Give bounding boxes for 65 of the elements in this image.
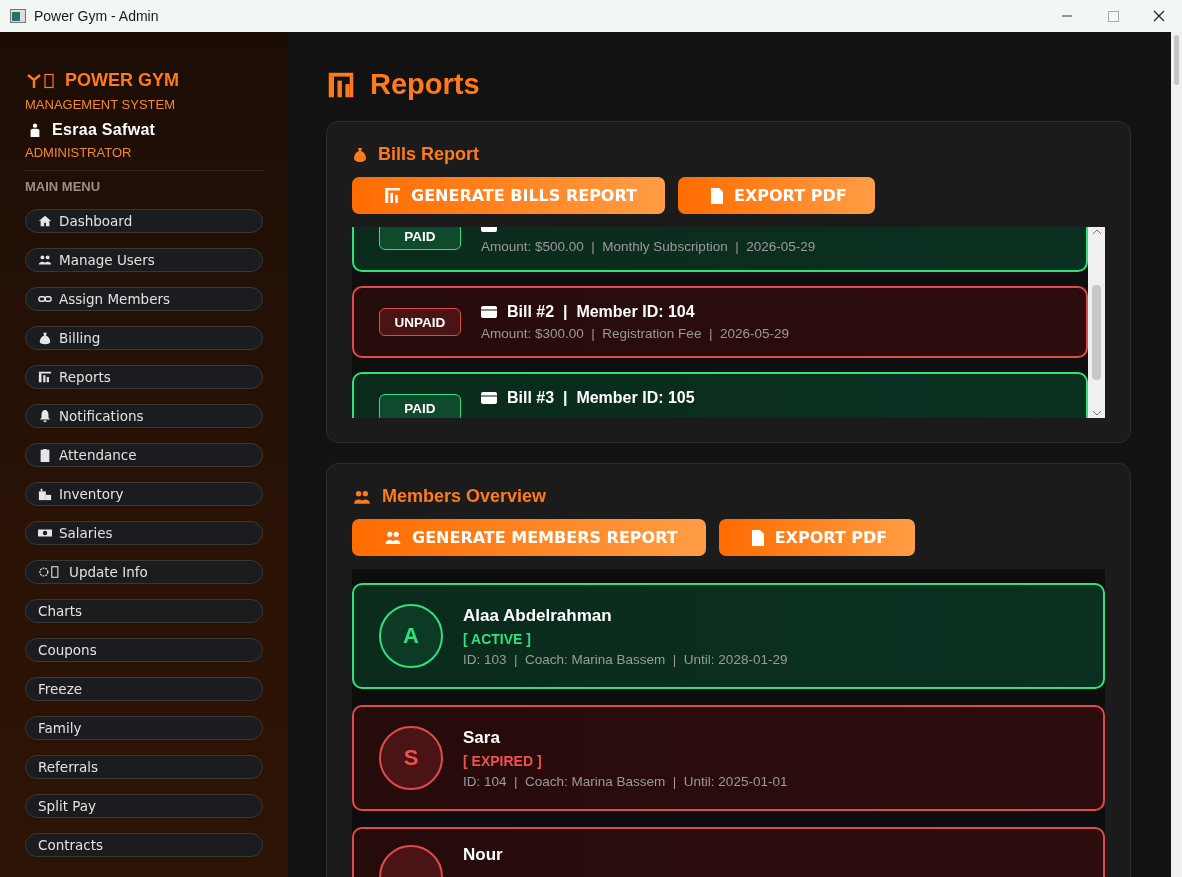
home-icon <box>38 214 52 228</box>
member-status: [ ACTIVE ] <box>463 630 532 647</box>
bill-title: Bill #3 | Member ID: 105 <box>507 388 695 407</box>
avatar: A <box>379 604 443 668</box>
menu-item[interactable]: Reports <box>25 365 263 389</box>
box-icon <box>38 487 52 501</box>
menu-item[interactable]: Contracts <box>25 833 263 857</box>
users-icon <box>384 529 402 546</box>
menu-item[interactable]: Assign Members <box>25 287 263 311</box>
card-icon <box>481 306 497 318</box>
card-title: Bills Report <box>378 144 479 165</box>
bar-chart-icon <box>384 187 401 204</box>
document-icon <box>710 187 724 204</box>
clipboard-icon <box>38 448 52 462</box>
menu-item[interactable]: Salaries <box>25 521 263 545</box>
bell-icon <box>38 409 52 423</box>
menu-item[interactable]: Coupons <box>25 638 263 662</box>
status-badge: PAID <box>379 394 461 418</box>
menu-item[interactable]: Family <box>25 716 263 740</box>
menu-heading: MAIN MENU <box>25 179 102 194</box>
menu-item[interactable]: Referrals <box>25 755 263 779</box>
gear-icon <box>38 565 62 579</box>
money-bag-icon <box>38 331 52 345</box>
close-icon <box>1153 10 1165 22</box>
member-name: Sara <box>463 727 501 748</box>
avatar: S <box>379 726 443 790</box>
bar-chart-icon <box>38 370 52 384</box>
user-name: Esraa Safwat <box>52 121 156 139</box>
bill-details: Amount: $500.00 | Monthly Subscription | 2026-05-29 <box>481 239 816 254</box>
card-icon <box>481 391 497 404</box>
status-badge: UNPAID <box>379 308 461 336</box>
brand-title: POWER GYM <box>65 70 179 91</box>
card-title: Members Overview <box>382 486 547 507</box>
menu-item[interactable]: Notifications <box>25 404 263 428</box>
member-status: [ EXPIRED ] <box>463 752 543 769</box>
bill-title: Bill #2 | Member ID: 104 <box>507 303 695 321</box>
member-name: Nour <box>463 845 503 865</box>
member-details: ID: 104 | Coach: Marina Bassem | Until: 2025-01-01 <box>463 773 788 789</box>
status-badge: PAID <box>379 227 461 250</box>
window-title: Power Gym - Admin <box>34 8 160 24</box>
document-icon <box>750 529 765 546</box>
page-title: Reports <box>370 68 480 101</box>
person-icon <box>28 123 42 137</box>
bar-chart-icon <box>326 70 356 99</box>
scrollbar[interactable] <box>1088 227 1105 418</box>
member-name: Alaa Abdelrahman <box>463 605 613 626</box>
menu-item[interactable]: Inventory <box>25 482 263 506</box>
users-icon <box>38 253 52 267</box>
menu-item[interactable]: Attendance <box>25 443 263 467</box>
menu-item[interactable]: Manage Users <box>25 248 263 272</box>
menu-item[interactable]: Dashboard <box>25 209 263 233</box>
scroll-up-icon <box>1091 229 1102 235</box>
menu-item[interactable]: Split Pay <box>25 794 263 818</box>
menu-item[interactable]: Update Info <box>25 560 263 584</box>
app-icon <box>10 9 26 23</box>
member-details: ID: 103 | Coach: Marina Bassem | Until: 2028-01-29 <box>463 651 788 667</box>
scroll-down-icon <box>1091 410 1102 416</box>
menu-item[interactable]: Billing <box>25 326 263 350</box>
user-role: ADMINISTRATOR <box>25 145 133 160</box>
menu-item[interactable]: Freeze <box>25 677 263 701</box>
brand-subtitle: MANAGEMENT SYSTEM <box>25 97 176 112</box>
bill-details: Amount: $300.00 | Registration Fee | 2026-05-29 <box>481 326 789 341</box>
maximize-icon <box>1107 10 1119 22</box>
menu-item[interactable]: Charts <box>25 599 263 623</box>
money-bag-icon <box>352 146 368 163</box>
